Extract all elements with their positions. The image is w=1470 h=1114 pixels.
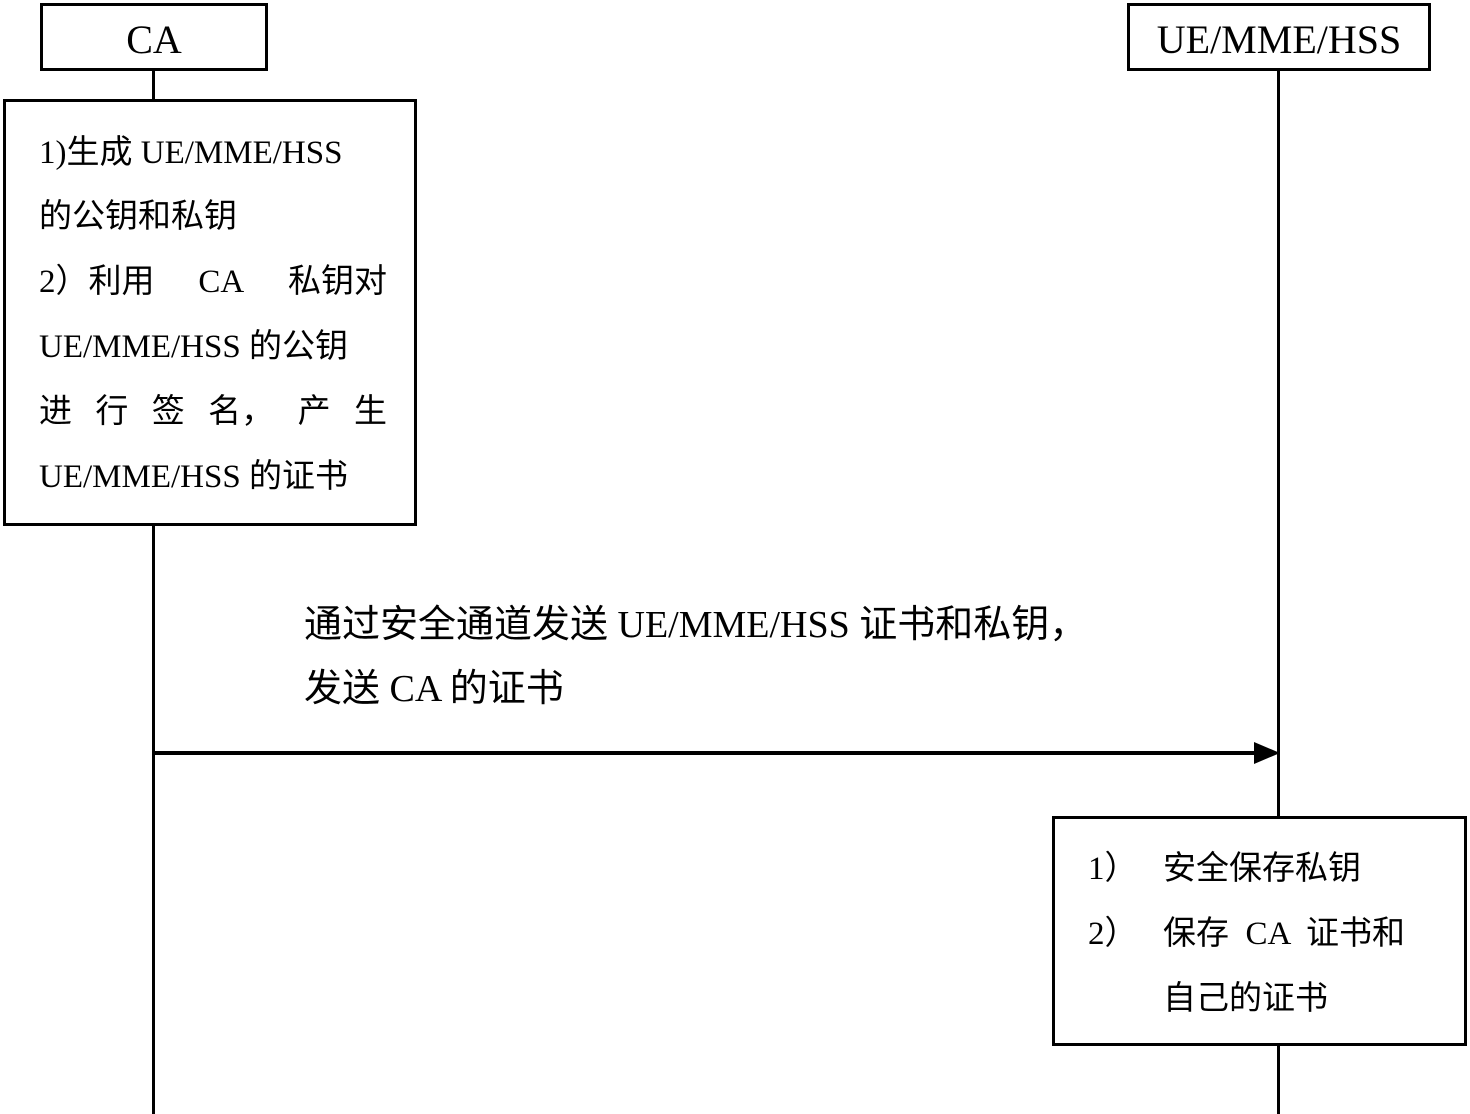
ca-note-line-3-part-2: CA — [198, 264, 245, 300]
ue-lifeline-bottom — [1277, 1044, 1280, 1114]
actor-ca-label: CA — [126, 17, 182, 62]
actor-ue-mme-hss: UE/MME/HSS — [1127, 3, 1431, 71]
ca-note-line-5-char-6: 生 — [353, 394, 387, 430]
ue-note-step-1-text: 安全保存私钥 — [1163, 851, 1361, 887]
message-arrow — [152, 742, 1280, 764]
ca-lifeline-top — [152, 68, 155, 102]
ca-note-line-3-part-1: 2）利用 — [39, 264, 155, 300]
ca-note-line-5: 进 行 签 名， 产 生 — [39, 396, 387, 429]
message-label-line-2: 发送 CA 的证书 — [304, 668, 564, 710]
ca-note-line-5-char-1: 进 — [39, 394, 72, 430]
arrowhead-icon — [1254, 742, 1280, 764]
ca-note-line-3-part-3: 私钥对 — [288, 264, 387, 300]
actor-ue-mme-hss-label: UE/MME/HSS — [1156, 17, 1402, 62]
ue-process-note: 1） 安全保存私钥 2） 保存 CA 证书和 自己的证书 — [1052, 816, 1467, 1046]
ca-note-line-1: 1)生成 UE/MME/HSS — [39, 135, 343, 171]
ue-note-step-2-text: 保存 CA 证书和 — [1163, 916, 1406, 952]
message-label-line-1: 通过安全通道发送 UE/MME/HSS 证书和私钥， — [304, 604, 1088, 646]
ca-process-note: 1)生成 UE/MME/HSS 的公钥和私钥 2）利用 CA 私钥对 UE/MM… — [3, 99, 417, 526]
ca-note-line-5-char-4: 名， — [208, 394, 275, 430]
ca-note-line-4: UE/MME/HSS 的公钥 — [39, 329, 348, 365]
ue-note-step-2-text-cont: 自己的证书 — [1163, 981, 1328, 1017]
ue-note-step-1-number: 1） — [1088, 851, 1138, 887]
ca-note-line-5-char-3: 签 — [151, 394, 185, 430]
ca-note-line-6: UE/MME/HSS 的证书 — [39, 459, 348, 495]
ca-lifeline — [152, 524, 155, 1114]
ue-note-step-2-number: 2） — [1088, 916, 1138, 952]
ca-note-line-5-char-2: 行 — [95, 394, 129, 430]
ca-note-line-2: 的公钥和私钥 — [39, 199, 237, 235]
ue-lifeline — [1277, 68, 1280, 820]
ca-note-line-5-char-5: 产 — [297, 394, 331, 430]
ca-note-line-3: 2）利用 CA 私钥对 — [39, 266, 387, 299]
actor-ca: CA — [40, 3, 268, 71]
